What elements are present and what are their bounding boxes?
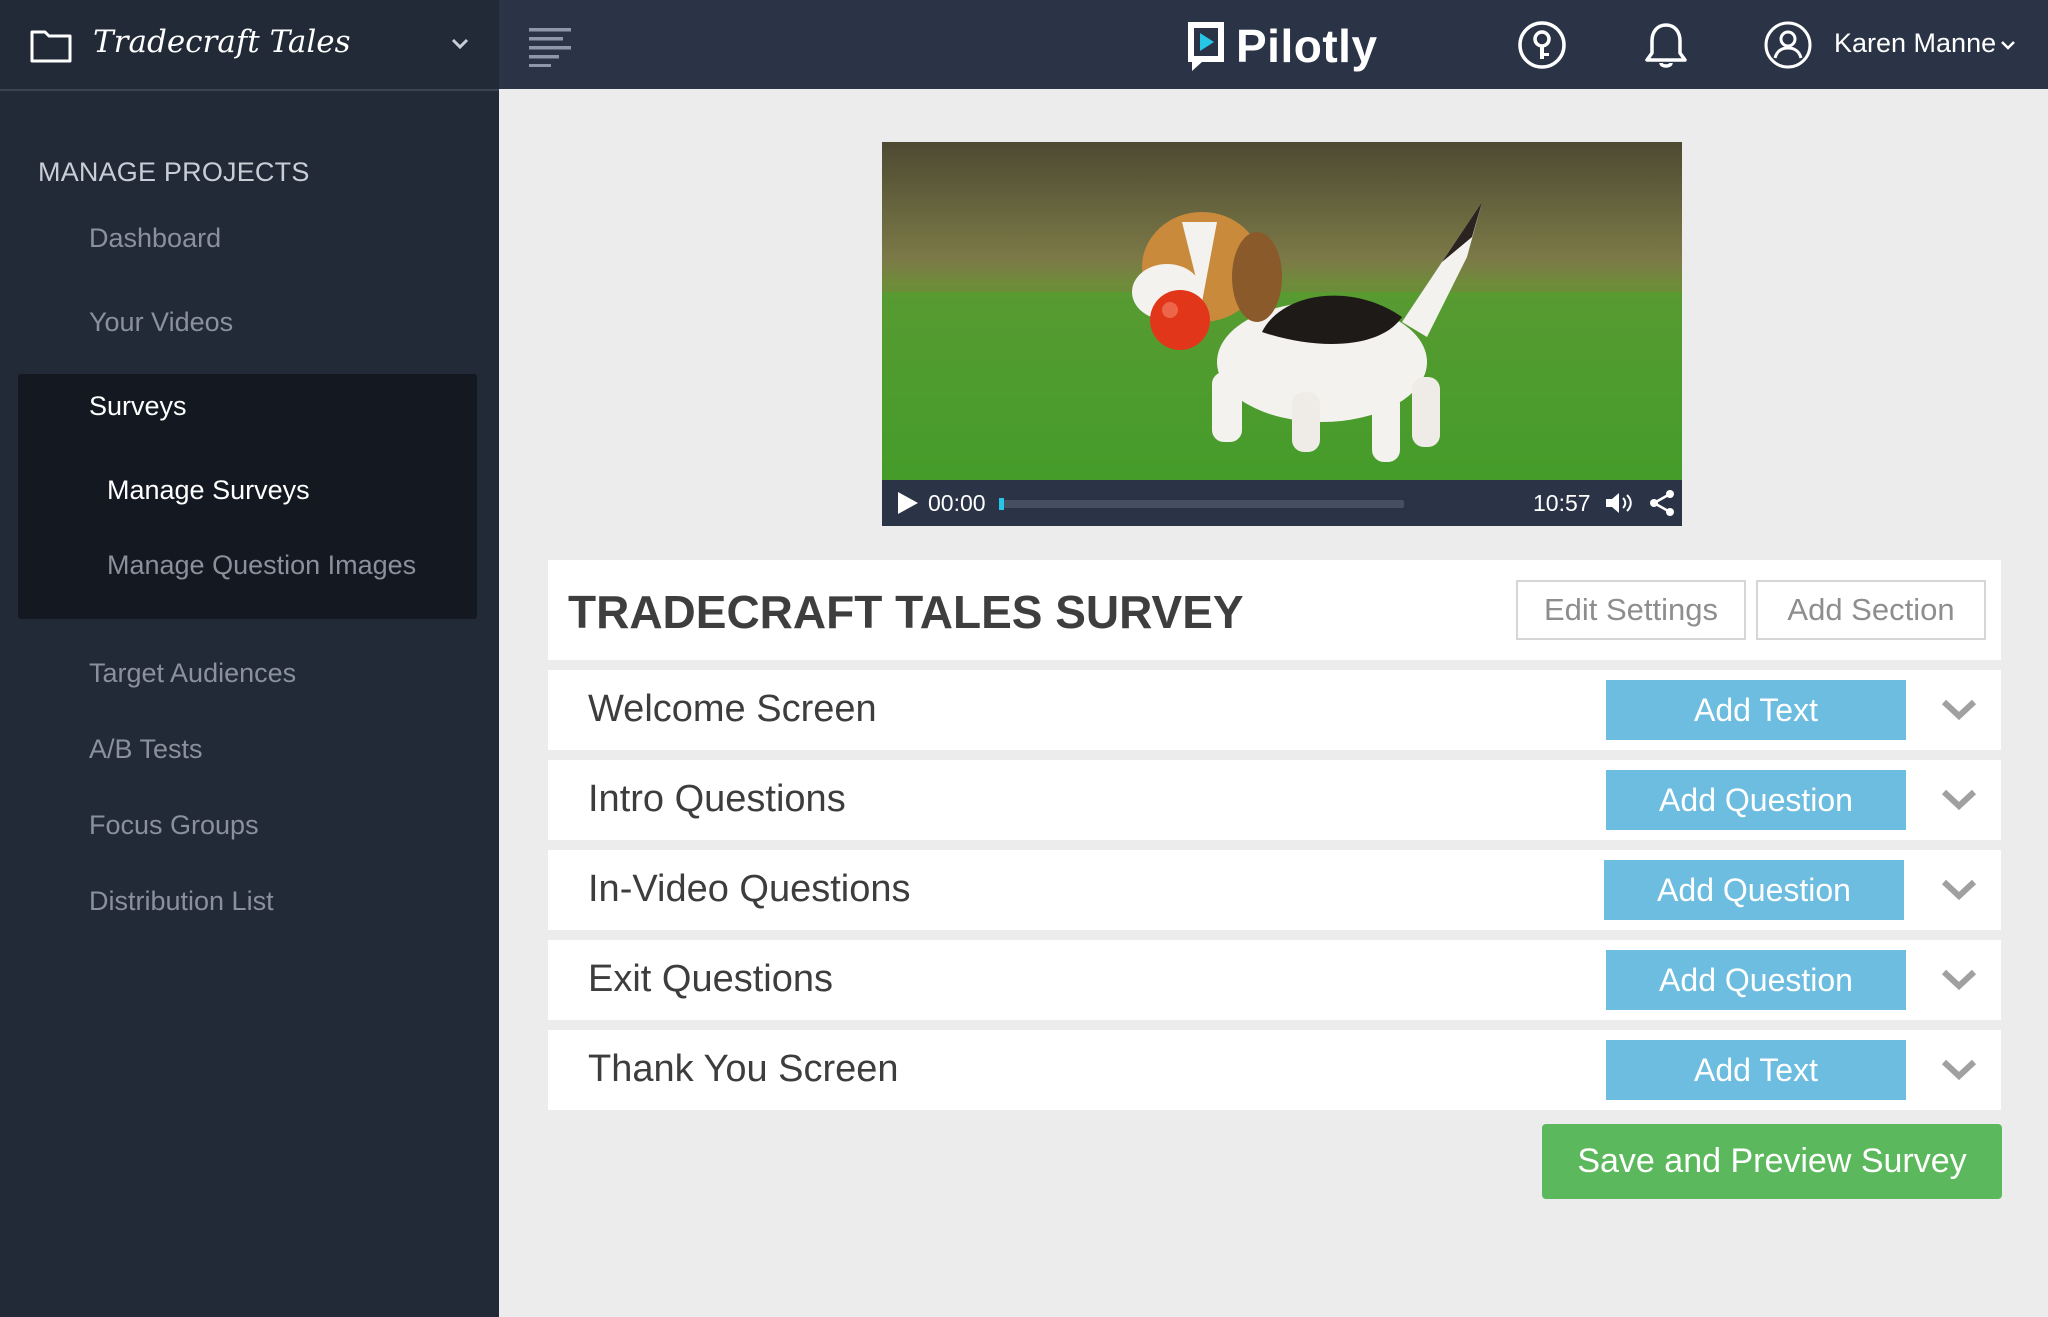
video-controls: 00:00 10:57: [882, 480, 1682, 526]
chevron-down-icon[interactable]: [1940, 966, 1978, 994]
bell-icon[interactable]: [1641, 20, 1691, 70]
section-row-welcome-screen[interactable]: Welcome Screen Add Text: [548, 670, 2001, 750]
total-time: 10:57: [1533, 490, 1591, 516]
sidebar-item-your-videos[interactable]: Your Videos: [89, 307, 233, 338]
user-name[interactable]: Karen Manne: [1834, 28, 1996, 59]
volume-icon[interactable]: [1604, 491, 1634, 515]
help-icon[interactable]: [1517, 20, 1567, 70]
menu-icon[interactable]: [529, 25, 571, 67]
sidebar-item-distribution-list[interactable]: Distribution List: [89, 886, 274, 917]
sidebar-item-manage-question-images[interactable]: Manage Question Images: [107, 550, 416, 581]
logo-text: Pilotly: [1236, 20, 1378, 72]
section-name: Welcome Screen: [588, 688, 877, 730]
sidebar-item-surveys[interactable]: Surveys: [89, 391, 187, 422]
folder-icon: [30, 30, 72, 63]
section-row-exit-questions[interactable]: Exit Questions Add Question: [548, 940, 2001, 1020]
project-name: Tradecraft Tales: [93, 24, 351, 60]
add-text-button[interactable]: Add Text: [1606, 680, 1906, 740]
add-text-button[interactable]: Add Text: [1606, 1040, 1906, 1100]
project-selector[interactable]: Tradecraft Tales: [0, 0, 499, 91]
chevron-down-icon[interactable]: [449, 32, 471, 54]
sidebar-item-dashboard[interactable]: Dashboard: [89, 223, 221, 254]
chevron-down-icon[interactable]: [1940, 696, 1978, 724]
edit-settings-button[interactable]: Edit Settings: [1516, 580, 1746, 640]
chevron-down-icon[interactable]: [1940, 1056, 1978, 1084]
progress-bar[interactable]: [999, 498, 1404, 510]
current-time: 00:00: [928, 490, 986, 516]
save-and-preview-button[interactable]: Save and Preview Survey: [1542, 1124, 2002, 1199]
section-name: Intro Questions: [588, 778, 846, 820]
chevron-down-icon[interactable]: [1940, 876, 1978, 904]
chevron-down-icon[interactable]: [1940, 786, 1978, 814]
add-question-button[interactable]: Add Question: [1604, 860, 1904, 920]
pilotly-logo[interactable]: Pilotly: [1182, 18, 1378, 74]
chevron-down-icon[interactable]: [1999, 36, 2017, 54]
manage-projects-heading: MANAGE PROJECTS: [38, 157, 310, 187]
sidebar-item-ab-tests[interactable]: A/B Tests: [89, 734, 203, 765]
section-name: In-Video Questions: [588, 868, 911, 910]
section-row-thank-you-screen[interactable]: Thank You Screen Add Text: [548, 1030, 2001, 1110]
user-icon[interactable]: [1763, 20, 1813, 70]
section-name: Thank You Screen: [588, 1048, 899, 1090]
progress-fill: [999, 498, 1004, 510]
add-question-button[interactable]: Add Question: [1606, 950, 1906, 1010]
add-question-button[interactable]: Add Question: [1606, 770, 1906, 830]
sidebar: Tradecraft Tales MANAGE PROJECTS Dashboa…: [0, 0, 499, 1317]
video-player[interactable]: 00:00 10:57: [882, 142, 1682, 526]
sidebar-item-focus-groups[interactable]: Focus Groups: [89, 810, 259, 841]
sidebar-item-manage-surveys[interactable]: Manage Surveys: [107, 475, 310, 506]
section-name: Exit Questions: [588, 958, 833, 1000]
pilotly-logo-icon: [1188, 22, 1224, 71]
share-icon[interactable]: [1648, 489, 1676, 517]
section-row-intro-questions[interactable]: Intro Questions Add Question: [548, 760, 2001, 840]
sidebar-item-target-audiences[interactable]: Target Audiences: [89, 658, 296, 689]
play-icon[interactable]: [894, 490, 920, 516]
add-section-button[interactable]: Add Section: [1756, 580, 1986, 640]
video-frame[interactable]: [882, 142, 1682, 480]
section-row-in-video-questions[interactable]: In-Video Questions Add Question: [548, 850, 2001, 930]
survey-header: TRADECRAFT TALES SURVEY Edit Settings Ad…: [548, 560, 2001, 660]
survey-title: TRADECRAFT TALES SURVEY: [568, 586, 1244, 638]
